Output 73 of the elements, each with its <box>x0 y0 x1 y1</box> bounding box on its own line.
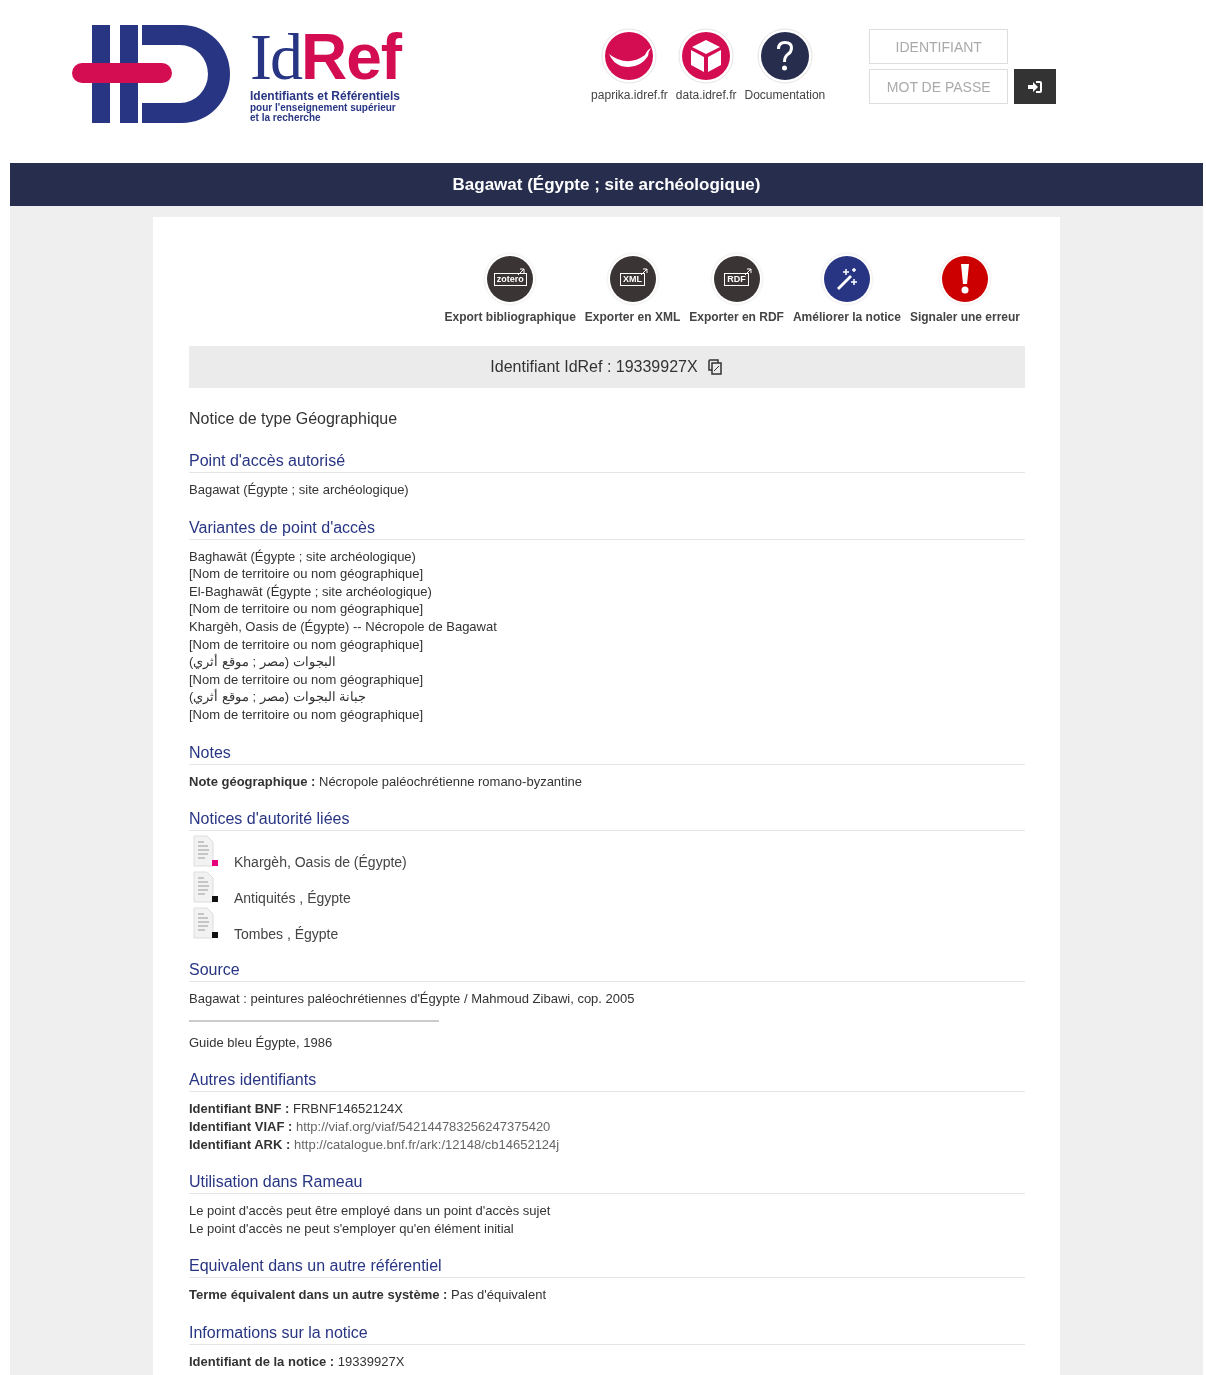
section-heading: Notices d'autorité liées <box>189 810 1025 832</box>
document-icon <box>193 907 219 942</box>
identifier-link[interactable]: http://catalogue.bnf.fr/ark:/12148/cb14652124j <box>293 1136 560 1152</box>
logo-text: Id <box>250 24 301 90</box>
section-heading: Utilisation dans Rameau <box>189 1173 1025 1195</box>
text-line: [Nom de territoire ou nom géographique] <box>189 600 425 618</box>
identifier-link[interactable]: http://viaf.org/viaf/542144783256247375420 <box>295 1118 551 1134</box>
record-identifier: Identifiant IdRef : 19339927X <box>490 358 698 376</box>
icon-label: zotero <box>493 272 527 286</box>
document-icon <box>193 871 219 906</box>
text-line: [Nom de territoire ou nom géographique] <box>189 670 425 689</box>
logo-tagline: Identifiants et Référentiels <box>250 90 402 103</box>
text-line: جبانة البجوات (مصر ; موقع أثري) <box>189 688 368 706</box>
source-line: Bagawat : peintures paléochrétiennes d'Égypte / Mahmoud Zibawi, cop. 2005 <box>189 990 636 1008</box>
export-icon[interactable]: RDF <box>713 256 760 302</box>
action-label[interactable]: Export bibliographique <box>444 310 576 324</box>
linked-notice[interactable]: Khargèh, Oasis de (Égypte) <box>234 853 407 872</box>
section-heading: Autres identifiants <box>189 1071 1025 1093</box>
icon-label: RDF <box>724 272 749 286</box>
text-line: Baghawāt (Égypte ; site archéologique) <box>189 547 417 566</box>
login-button[interactable] <box>1014 69 1057 104</box>
linked-notice[interactable]: Antiquités , Égypte <box>234 889 351 908</box>
text-line: Le point d'accès peut être employé dans un point d'accès sujet <box>189 1202 552 1220</box>
section-heading: Source <box>189 961 1025 983</box>
section-heading: Point d'accès autorisé <box>189 452 1025 473</box>
document-icon <box>193 835 219 870</box>
icon-label: XML <box>620 272 646 286</box>
text-line: البجوات (مصر ; موقع أثري) <box>189 653 337 671</box>
section-heading: Equivalent dans un autre référentiel <box>189 1257 1025 1279</box>
logo-text: Ref <box>301 25 402 89</box>
help-icon[interactable] <box>756 28 813 84</box>
logo-tagline: pour l'enseignement supérieur <box>250 102 397 114</box>
chili-pepper-icon[interactable] <box>601 28 658 84</box>
text-line: [Nom de territoire ou nom géographique] <box>189 635 425 654</box>
site-link[interactable]: paprika.idref.fr <box>591 88 668 102</box>
field-line: Identifiant BNF : FRBNF14652124X <box>189 1100 404 1118</box>
linked-notice[interactable]: Tombes , Égypte <box>234 925 339 944</box>
action-label[interactable]: Signaler une erreur <box>909 310 1020 324</box>
cube-icon[interactable] <box>678 28 735 84</box>
magic-wand-icon[interactable] <box>823 256 870 302</box>
source-line: Guide bleu Égypte, 1986 <box>189 1033 334 1052</box>
section-heading: Variantes de point d'accès <box>189 518 1025 540</box>
site-link[interactable]: data.idref.fr <box>675 88 737 102</box>
notice-type: Notice de type Géographique <box>189 410 399 428</box>
field-line: Identifiant de la notice : 19339927X <box>189 1352 406 1371</box>
arrow-icon <box>517 268 526 276</box>
field-line: Note géographique : Nécropole paléochrétienne romano-byzantine <box>189 772 584 791</box>
action-label[interactable]: Exporter en XML <box>584 310 681 324</box>
warning-icon[interactable] <box>941 256 988 302</box>
page-title: Bagawat (Égypte ; site archéologique) <box>452 174 761 195</box>
copy-icon[interactable] <box>707 359 724 375</box>
arrow-icon <box>743 268 752 276</box>
text-line: [Nom de territoire ou nom géographique] <box>189 565 425 583</box>
field-line: Terme équivalent dans un autre système : Pas d'équivalent <box>189 1286 547 1304</box>
section-heading: Notes <box>189 743 1025 765</box>
section-heading: Informations sur la notice <box>189 1323 1025 1345</box>
text-line: [Nom de territoire ou nom géographique] <box>189 705 425 724</box>
text-line: Bagawat (Égypte ; site archéologique) <box>189 481 410 499</box>
site-link[interactable]: Documentation <box>744 88 826 102</box>
field-line: Identifiant ARK : http://catalogue.bnf.fr/ark:/12148/cb14652124j <box>189 1135 561 1154</box>
field-line: Identifiant VIAF : http://viaf.org/viaf/542144783256247375420 <box>189 1117 552 1136</box>
sign-in-icon <box>1028 80 1043 93</box>
text-line: Le point d'accès ne peut s'employer qu'en élément initial <box>189 1219 515 1238</box>
arrow-icon <box>639 268 648 276</box>
text-line: Khargèh, Oasis de (Égypte) -- Nécropole de Bagawat <box>189 617 498 636</box>
export-icon[interactable]: zotero <box>487 256 534 302</box>
action-label[interactable]: Améliorer la notice <box>792 310 901 324</box>
logo-tagline: et la recherche <box>250 113 321 124</box>
text-line: El-Baghawāt (Égypte ; site archéologique) <box>189 582 433 601</box>
export-icon[interactable]: XML <box>609 256 656 302</box>
username-field[interactable]: IDENTIFIANT <box>869 29 1009 64</box>
password-field[interactable]: MOT DE PASSE <box>869 69 1009 104</box>
action-label[interactable]: Exporter en RDF <box>689 310 784 324</box>
